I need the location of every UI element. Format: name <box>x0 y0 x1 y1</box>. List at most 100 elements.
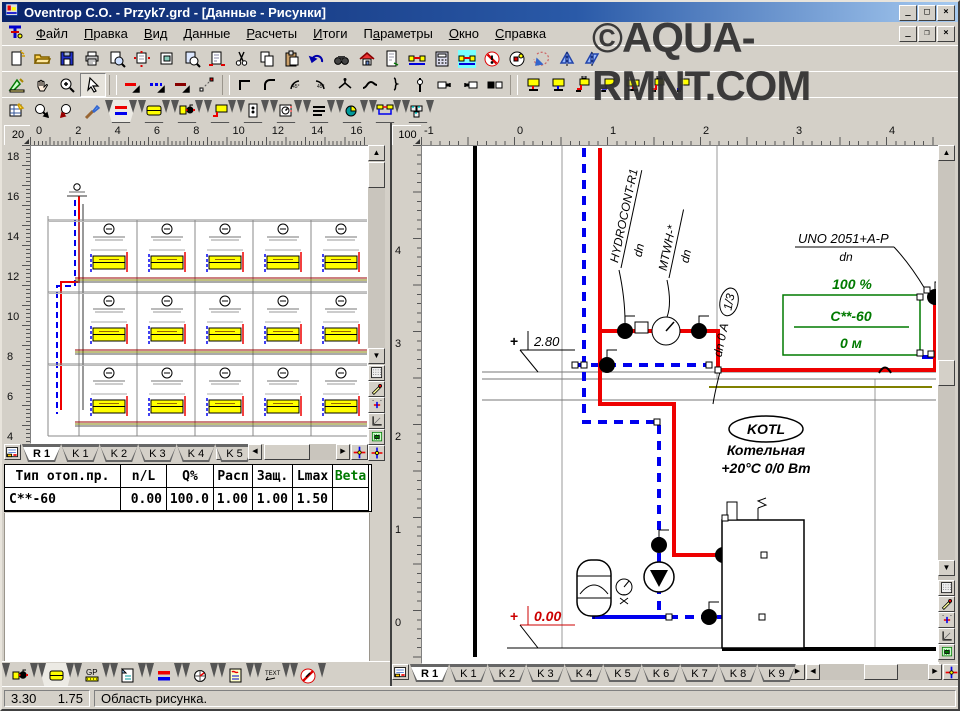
left-sheet-tab-K2[interactable]: K 2 <box>100 444 139 462</box>
rad-r2-button[interactable] <box>621 74 645 96</box>
handle[interactable] <box>917 350 923 356</box>
table-cell[interactable]: C**-60 <box>5 488 121 511</box>
flip-vertical-button[interactable] <box>580 48 604 70</box>
table-cell[interactable]: 1.50 <box>293 488 333 511</box>
right-hscroll-left-button[interactable]: ◀ <box>806 664 820 680</box>
angle-option-button[interactable] <box>938 628 955 644</box>
new-button[interactable] <box>5 48 29 70</box>
right-sheet-tab-K3[interactable]: K 3 <box>526 664 565 682</box>
menu-Итоги[interactable]: Итоги <box>305 23 355 44</box>
close-button[interactable]: × <box>937 5 955 21</box>
left-sheet-tab-K1[interactable]: K 1 <box>61 444 100 462</box>
radiator-data-table[interactable]: Тип отоп.пр.n/LQ%РаспЗащ.LmaxBetaC**-600… <box>4 464 372 512</box>
rad-r-button[interactable] <box>521 74 545 96</box>
home-button[interactable] <box>355 48 379 70</box>
table-edit-button[interactable] <box>5 100 29 122</box>
pan-hand-button[interactable] <box>30 74 54 96</box>
left-horizontal-scrollbar[interactable]: ◀ ▶ <box>248 444 350 460</box>
cut-button[interactable] <box>230 48 254 70</box>
left-scroll-thumb[interactable] <box>368 162 385 188</box>
bracket-button[interactable] <box>383 74 407 96</box>
grid-option-button[interactable] <box>938 580 955 596</box>
menu-Вид[interactable]: Вид <box>136 23 176 44</box>
left-sheet-tab-K4[interactable]: K 4 <box>177 444 216 462</box>
arc-45-left-button[interactable]: 45° <box>283 74 307 96</box>
left-sheet-tab-K3[interactable]: K 3 <box>138 444 177 462</box>
line-blue-dashed-button[interactable] <box>145 74 169 96</box>
grid-option-button[interactable] <box>368 365 385 381</box>
maximize-button[interactable]: □ <box>918 5 936 21</box>
left-hscroll-right-button[interactable]: ▶ <box>336 444 350 460</box>
mdi-minimize-button[interactable]: _ <box>899 26 917 42</box>
handle[interactable] <box>666 614 672 620</box>
handle[interactable] <box>917 294 923 300</box>
pencil-option-button[interactable] <box>368 381 385 397</box>
line-darkred-button[interactable] <box>170 74 194 96</box>
handle[interactable] <box>654 419 660 425</box>
handle[interactable] <box>761 552 767 558</box>
cross-option-button[interactable] <box>368 445 385 461</box>
left-hscroll-left-button[interactable]: ◀ <box>248 444 262 460</box>
menu-Правка[interactable]: Правка <box>76 23 136 44</box>
t-levels-tab[interactable] <box>303 100 335 123</box>
zoom-arrow-button[interactable] <box>30 100 54 122</box>
minimize-button[interactable]: _ <box>899 5 917 21</box>
sheet-menu-icon[interactable] <box>4 444 21 460</box>
handle[interactable] <box>722 515 728 521</box>
t-valve-tab[interactable] <box>171 100 203 123</box>
right-hscroll-thumb[interactable] <box>864 664 898 680</box>
right-sheet-tab-K8[interactable]: K 8 <box>719 664 758 682</box>
handle[interactable] <box>581 362 587 368</box>
box-left-button[interactable] <box>458 74 482 96</box>
right-sheet-tab-K1[interactable]: K 1 <box>449 664 488 682</box>
greengrid-option-button[interactable] <box>368 429 385 445</box>
right-sheet-tab-K4[interactable]: K 4 <box>565 664 604 682</box>
right-scroll-thumb[interactable] <box>938 360 955 386</box>
angle-option-button[interactable] <box>368 413 385 429</box>
search-doc-button[interactable] <box>180 48 204 70</box>
right-sheet-tab-R1[interactable]: R 1 <box>410 664 449 682</box>
right-scroll-up-button[interactable]: ▲ <box>938 145 955 161</box>
line-red-button[interactable] <box>120 74 144 96</box>
paste-button[interactable] <box>280 48 304 70</box>
handle[interactable] <box>715 367 721 373</box>
table-cell[interactable] <box>333 488 369 511</box>
redblue-option-button[interactable] <box>368 397 385 413</box>
pipe-connect-active-button[interactable] <box>455 48 479 70</box>
right-sheet-tab-K7[interactable]: K 7 <box>680 664 719 682</box>
right-scroll-down-button[interactable]: ▼ <box>938 560 955 576</box>
right-hscroll-right-button[interactable]: ▶ <box>928 664 942 680</box>
box-right-button[interactable] <box>433 74 457 96</box>
undo-button[interactable] <box>305 48 329 70</box>
right-sheet-tab-K6[interactable]: K 6 <box>642 664 681 682</box>
sheet-menu-icon[interactable] <box>392 664 409 680</box>
menu-Расчеты[interactable]: Расчеты <box>238 23 305 44</box>
t-meter-tab[interactable] <box>270 100 302 123</box>
print-data-button[interactable] <box>130 48 154 70</box>
box-solid-button[interactable] <box>483 74 507 96</box>
find-button[interactable] <box>330 48 354 70</box>
left-scroll-down-button[interactable]: ▼ <box>368 348 385 364</box>
left-hscroll-thumb[interactable] <box>264 444 310 460</box>
mdi-restore-button[interactable]: ❐ <box>918 26 936 42</box>
rad-cr-button[interactable] <box>571 74 595 96</box>
print-button[interactable] <box>80 48 104 70</box>
document-icon[interactable] <box>6 23 24 44</box>
polyline-button[interactable] <box>195 74 219 96</box>
valve-mark-button[interactable] <box>333 74 357 96</box>
draw-tool-button[interactable] <box>5 74 29 96</box>
preview-button[interactable] <box>105 48 129 70</box>
t-pump-tab[interactable] <box>336 100 368 123</box>
t-radpanel-tab[interactable] <box>204 100 236 123</box>
title-bar[interactable]: Oventrop C.O. - Przyk7.grd - [Данные - Р… <box>2 2 958 22</box>
table-cell[interactable]: 1.00 <box>253 488 293 511</box>
handle[interactable] <box>928 351 934 357</box>
menu-Данные[interactable]: Данные <box>175 23 238 44</box>
zoom-back-button[interactable] <box>55 100 79 122</box>
pipe-connect-button[interactable] <box>405 48 429 70</box>
riser-pin-button[interactable] <box>408 74 432 96</box>
table-cell[interactable]: 100.0 <box>167 488 214 511</box>
arc-45-right-button[interactable]: 45° <box>308 74 332 96</box>
handle[interactable] <box>706 362 712 368</box>
redblue-option-button[interactable] <box>938 612 955 628</box>
